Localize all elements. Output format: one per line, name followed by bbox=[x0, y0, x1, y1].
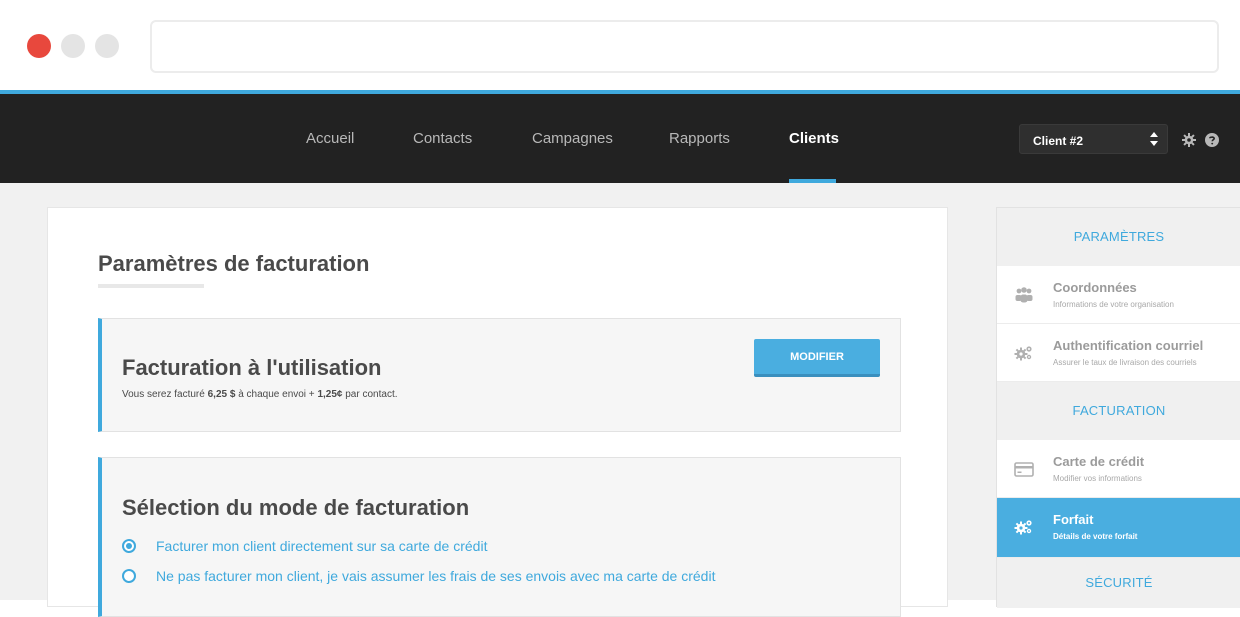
page-title: Paramètres de facturation bbox=[98, 251, 370, 276]
billing-mode-option-client-card[interactable]: Facturer mon client directement sur sa c… bbox=[122, 538, 487, 554]
sidebar-item-title: Forfait bbox=[1053, 512, 1094, 527]
sidebar-item-title: Authentification courriel bbox=[1053, 338, 1204, 353]
sidebar-item-forfait[interactable]: Forfait Détails de votre forfait bbox=[997, 498, 1240, 558]
address-bar[interactable] bbox=[150, 20, 1219, 73]
note-prefix: Vous serez facturé bbox=[122, 389, 208, 400]
select-arrows-icon bbox=[1150, 132, 1158, 146]
sidebar-item-title: Coordonnées bbox=[1053, 280, 1137, 295]
billing-mode-title: Sélection du mode de facturation bbox=[122, 495, 470, 520]
sidebar-heading-securite: SÉCURITÉ bbox=[997, 558, 1240, 608]
note-suffix: par contact. bbox=[342, 389, 398, 400]
page-body: Paramètres de facturation Facturation à … bbox=[0, 183, 1240, 617]
window-maximize-button[interactable] bbox=[95, 34, 119, 58]
gear-icon[interactable] bbox=[1182, 133, 1196, 147]
radio-unchecked[interactable] bbox=[122, 569, 136, 583]
radio-checked[interactable] bbox=[122, 539, 136, 553]
top-navigation: Accueil Contacts Campagnes Rapports Clie… bbox=[0, 90, 1240, 183]
nav-item-contacts[interactable]: Contacts bbox=[413, 130, 472, 147]
title-divider bbox=[98, 284, 204, 288]
nav-item-clients[interactable]: Clients bbox=[789, 130, 839, 147]
nav-item-rapports[interactable]: Rapports bbox=[669, 130, 730, 147]
users-icon bbox=[1015, 287, 1033, 303]
sidebar-heading-parametres: PARAMÈTRES bbox=[997, 208, 1240, 266]
billing-settings-card: Paramètres de facturation Facturation à … bbox=[47, 207, 948, 617]
radio-label[interactable]: Facturer mon client directement sur sa c… bbox=[156, 538, 487, 554]
radio-label[interactable]: Ne pas facturer mon client, je vais assu… bbox=[156, 568, 715, 584]
sidebar-item-carte-de-credit[interactable]: Carte de crédit Modifier vos information… bbox=[997, 440, 1240, 498]
sidebar-item-subtitle: Informations de votre organisation bbox=[1053, 300, 1174, 309]
modify-button[interactable]: MODIFIER bbox=[754, 339, 880, 377]
nav-item-accueil[interactable]: Accueil bbox=[306, 130, 354, 147]
client-select-value: Client #2 bbox=[1033, 134, 1084, 148]
browser-chrome bbox=[0, 0, 1240, 90]
note-rate: 1,25¢ bbox=[317, 389, 343, 400]
sidebar-item-authentification[interactable]: Authentification courriel Assurer le tau… bbox=[997, 324, 1240, 382]
sidebar-heading-facturation: FACTURATION bbox=[997, 382, 1240, 440]
usage-billing-title: Facturation à l'utilisation bbox=[122, 355, 382, 380]
usage-billing-note: Vous serez facturé 6,25 $ à chaque envoi… bbox=[122, 389, 398, 400]
sidebar-item-coordonnees[interactable]: Coordonnées Informations de votre organi… bbox=[997, 266, 1240, 324]
usage-billing-panel: Facturation à l'utilisation Vous serez f… bbox=[98, 318, 901, 432]
client-select[interactable]: Client #2 bbox=[1019, 124, 1168, 154]
window-minimize-button[interactable] bbox=[61, 34, 85, 58]
settings-sidebar: PARAMÈTRES Coordonnées Informations de v… bbox=[996, 207, 1240, 608]
sidebar-item-subtitle: Assurer le taux de livraison des courrie… bbox=[1053, 358, 1197, 367]
sidebar-item-subtitle: Modifier vos informations bbox=[1053, 474, 1142, 483]
nav-item-campagnes[interactable]: Campagnes bbox=[532, 130, 613, 147]
gears-icon bbox=[1014, 520, 1032, 535]
sidebar-item-subtitle: Détails de votre forfait bbox=[1053, 532, 1138, 541]
note-middle: à chaque envoi + bbox=[235, 389, 318, 400]
billing-mode-option-own-card[interactable]: Ne pas facturer mon client, je vais assu… bbox=[122, 568, 715, 584]
billing-mode-panel: Sélection du mode de facturation Facture… bbox=[98, 457, 901, 617]
gears-icon bbox=[1014, 346, 1032, 361]
window-close-button[interactable] bbox=[27, 34, 51, 58]
credit-card-icon bbox=[1014, 462, 1034, 477]
sidebar-item-title: Carte de crédit bbox=[1053, 454, 1145, 469]
help-icon[interactable] bbox=[1205, 133, 1219, 147]
note-amount: 6,25 $ bbox=[207, 389, 236, 400]
